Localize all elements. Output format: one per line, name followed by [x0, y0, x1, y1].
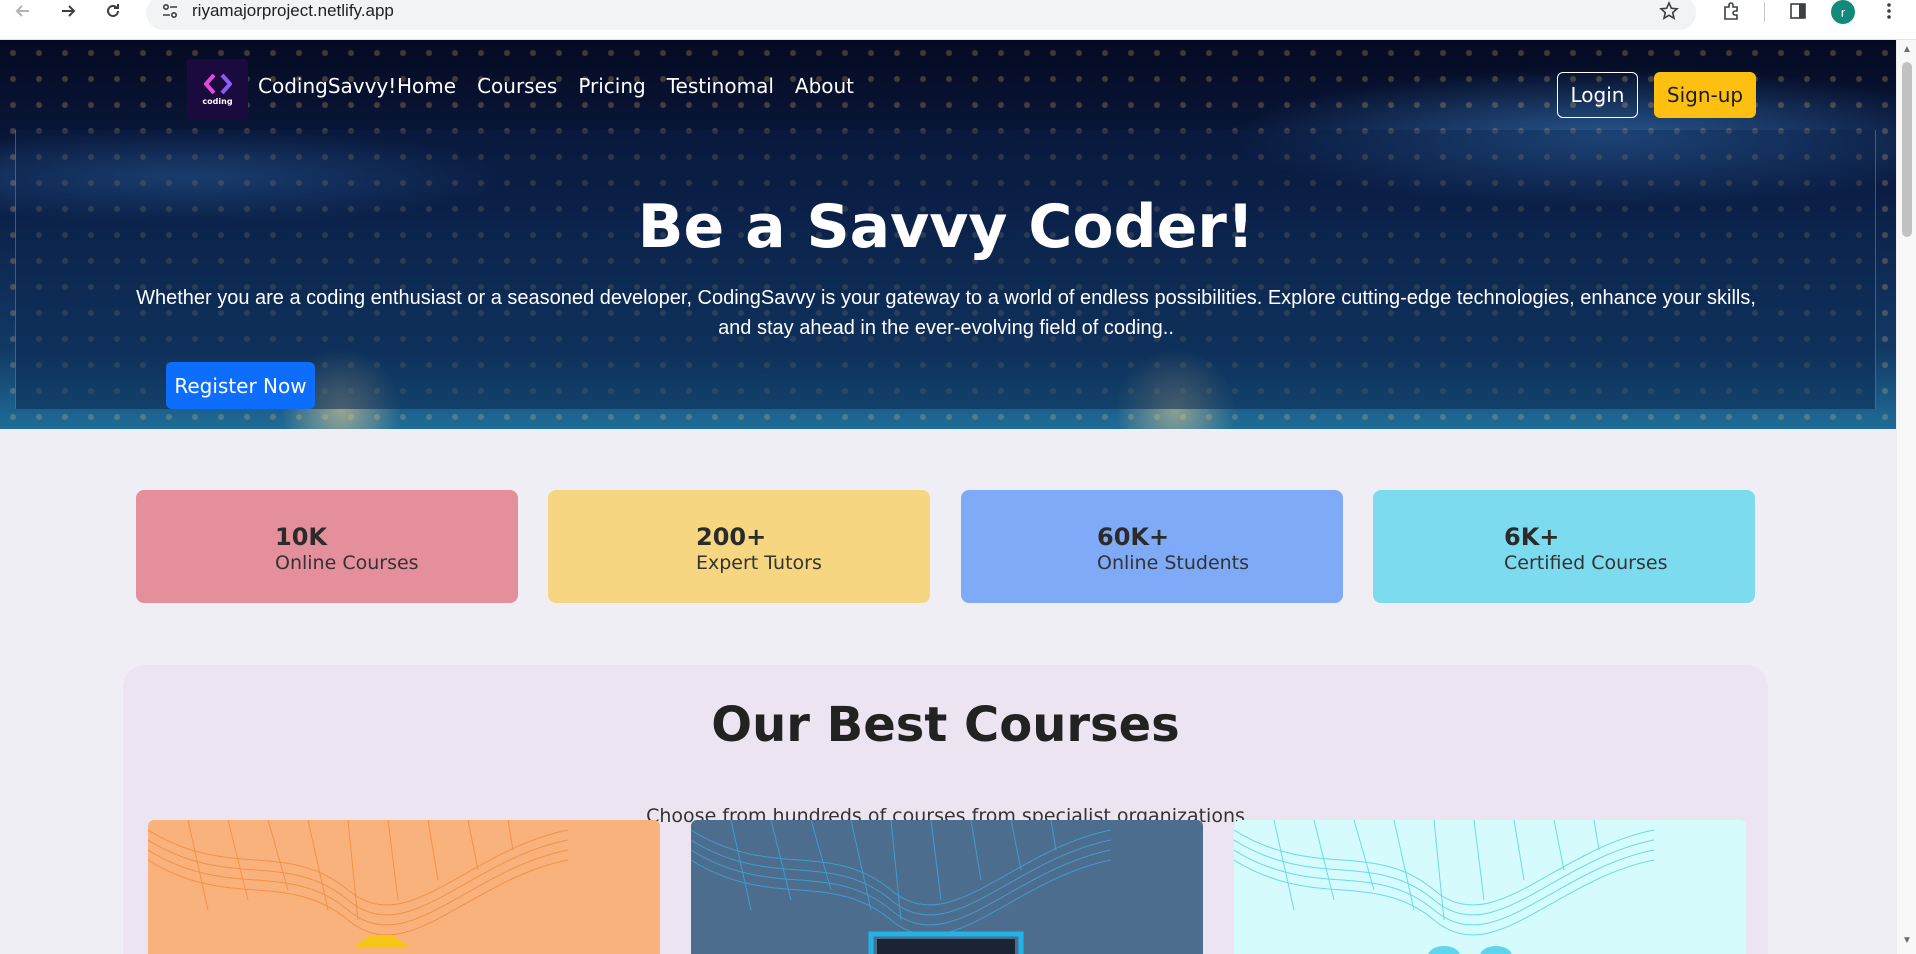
stat-label: Certified Courses	[1504, 552, 1668, 574]
browser-toolbar: riyamajorproject.netlify.app r	[0, 0, 1916, 40]
main-nav: Home Courses Pricing Testinomal About	[397, 74, 875, 98]
side-panel-icon[interactable]	[1785, 0, 1811, 22]
scrollbar-thumb[interactable]	[1902, 62, 1912, 237]
reload-icon[interactable]	[97, 0, 129, 22]
wave-mesh-graphic	[691, 820, 1112, 954]
site-settings-icon[interactable]	[160, 1, 182, 21]
stat-value: 6K+	[1504, 523, 1560, 551]
url-text[interactable]: riyamajorproject.netlify.app	[192, 1, 394, 21]
hero-subtitle: Whether you are a coding enthusiast or a…	[136, 287, 1756, 339]
profile-avatar[interactable]: r	[1831, 0, 1855, 24]
register-now-button[interactable]: Register Now	[166, 362, 315, 409]
login-button[interactable]: Login	[1557, 72, 1638, 118]
stat-card-certified-courses: 6K+ Certified Courses	[1373, 490, 1755, 603]
nav-link-about[interactable]: About	[795, 74, 854, 98]
nav-link-courses[interactable]: Courses	[477, 74, 557, 98]
wave-mesh-graphic	[1234, 820, 1655, 954]
nav-link-pricing[interactable]: Pricing	[578, 74, 645, 98]
signup-button[interactable]: Sign-up	[1654, 72, 1756, 118]
hero-title: Be a Savvy Coder!	[637, 192, 1255, 262]
forward-icon[interactable]	[52, 0, 84, 22]
stat-label: Expert Tutors	[696, 552, 822, 574]
stat-value: 10K	[275, 523, 327, 551]
extensions-icon[interactable]	[1718, 0, 1744, 22]
stat-value: 60K+	[1097, 523, 1170, 551]
brand-name[interactable]: CodingSavvy!	[258, 74, 396, 98]
page-viewport: coding CodingSavvy! Home Courses Pricing…	[0, 40, 1896, 954]
scroll-up-arrow-icon[interactable]: ▲	[1902, 44, 1912, 55]
menu-kebab-icon[interactable]	[1880, 0, 1898, 22]
nav-link-testinomal[interactable]: Testinomal	[667, 74, 774, 98]
course-card-1[interactable]	[148, 820, 660, 954]
stat-card-online-students: 60K+ Online Students	[961, 490, 1343, 603]
page-scrollbar[interactable]: ▲ ▼	[1896, 40, 1916, 954]
stat-value: 200+	[696, 523, 767, 551]
stat-label: Online Students	[1097, 552, 1250, 574]
section-title: Our Best Courses	[711, 697, 1180, 753]
hero-section: coding CodingSavvy! Home Courses Pricing…	[0, 40, 1896, 429]
course-card-2[interactable]	[691, 820, 1203, 954]
back-icon[interactable]	[7, 0, 39, 22]
logo-text: coding	[202, 97, 233, 106]
scroll-down-arrow-icon[interactable]: ▼	[1902, 935, 1912, 946]
best-courses-section: Our Best Courses Choose from hundreds of…	[123, 665, 1768, 954]
nav-link-home[interactable]: Home	[397, 74, 456, 98]
stat-card-online-courses: 10K Online Courses	[136, 490, 518, 603]
course-card-3[interactable]	[1234, 820, 1746, 954]
code-logo-icon	[203, 73, 232, 95]
wave-mesh-graphic	[148, 820, 569, 948]
stat-label: Online Courses	[275, 552, 419, 574]
bookmark-star-icon[interactable]	[1656, 0, 1682, 22]
stat-card-expert-tutors: 200+ Expert Tutors	[548, 490, 930, 603]
toolbar-divider	[1764, 2, 1765, 22]
brand-logo[interactable]: coding	[187, 59, 248, 120]
